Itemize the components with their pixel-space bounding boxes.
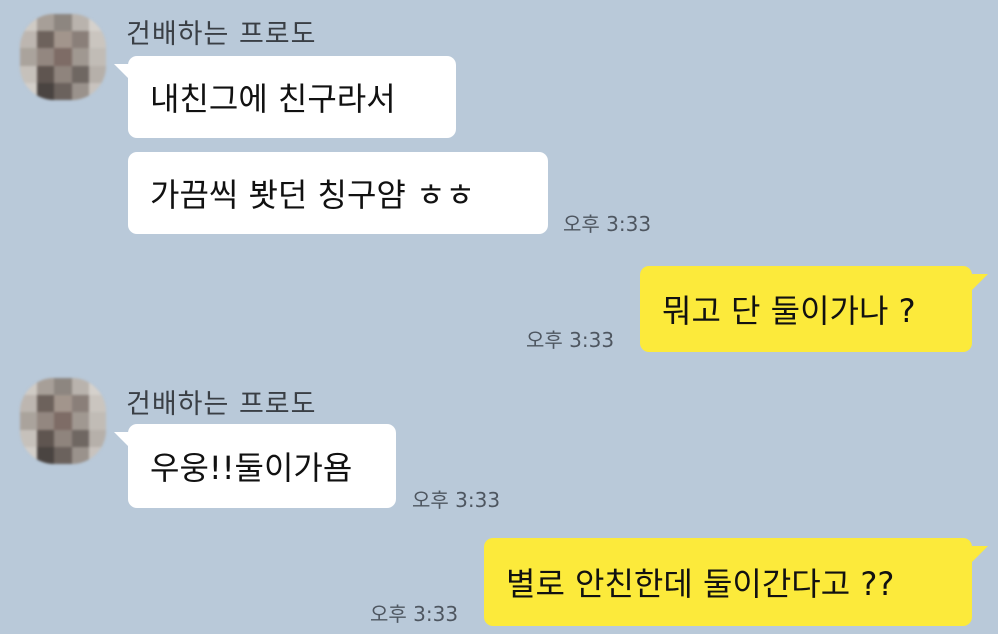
bubble-tail [972, 546, 988, 562]
sender-name: 건배하는 프로도 [126, 389, 317, 420]
incoming-message-bubble[interactable]: 우웅!!둘이가욤 [128, 424, 396, 508]
incoming-message-bubble[interactable]: 내친그에 친구라서 [128, 56, 456, 138]
outgoing-message-bubble[interactable]: 별로 안친한데 둘이간다고 ?? [484, 538, 972, 626]
message-timestamp: 오후 3:33 [563, 212, 652, 236]
sender-name: 건배하는 프로도 [126, 19, 317, 50]
message-timestamp: 오후 3:33 [526, 328, 615, 352]
sender-avatar[interactable] [20, 14, 106, 100]
chat-view: 건배하는 프로도 내친그에 친구라서 가끔씩 봣던 칭구얌 ㅎㅎ 오후 3:33… [0, 0, 998, 634]
bubble-tail [972, 274, 988, 290]
sender-avatar[interactable] [20, 378, 106, 464]
incoming-message-bubble[interactable]: 가끔씩 봣던 칭구얌 ㅎㅎ [128, 152, 548, 234]
message-timestamp: 오후 3:33 [370, 602, 459, 626]
outgoing-message-bubble[interactable]: 뭐고 단 둘이가나 ? [640, 266, 972, 352]
message-timestamp: 오후 3:33 [412, 488, 501, 512]
